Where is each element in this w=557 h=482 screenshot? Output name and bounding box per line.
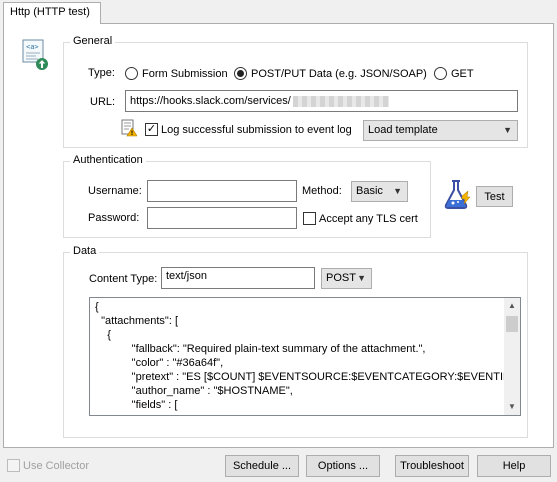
chevron-down-icon: ▼	[393, 186, 402, 196]
type-post-put-label[interactable]: POST/PUT Data (e.g. JSON/SOAP)	[251, 68, 427, 80]
body-line: "fields" : [	[95, 399, 178, 411]
data-legend: Data	[70, 245, 100, 257]
http-method-value: POST	[326, 272, 356, 284]
type-post-put-radio[interactable]	[234, 67, 247, 80]
auth-method-select[interactable]: Basic ▼	[351, 181, 408, 202]
lab-flask-icon	[442, 178, 472, 210]
load-template-select[interactable]: Load template ▼	[363, 120, 518, 141]
tab-panel: <a> General Type: Form Submission POST/P…	[3, 23, 554, 448]
use-collector-label[interactable]: Use Collector	[23, 460, 89, 472]
scroll-thumb[interactable]	[506, 316, 518, 332]
type-label: Type:	[88, 67, 115, 79]
auth-method-value: Basic	[356, 185, 383, 197]
authentication-legend: Authentication	[70, 154, 146, 166]
redacted-url-segment	[292, 95, 389, 107]
password-input[interactable]	[147, 207, 297, 229]
body-line: "fallback": "Required plain-text summary…	[95, 343, 426, 355]
accept-tls-label[interactable]: Accept any TLS cert	[319, 213, 418, 225]
tab-strip: Http (HTTP test)	[0, 0, 557, 24]
body-line: {	[95, 301, 99, 313]
options-button[interactable]: Options ...	[306, 455, 380, 477]
authentication-group: Authentication Username: Password: Metho…	[63, 154, 431, 238]
chevron-down-icon: ▼	[357, 273, 366, 283]
log-warning-icon	[121, 119, 138, 137]
content-type-value: text/json	[166, 270, 207, 282]
username-input[interactable]	[147, 180, 297, 202]
tab-http-test[interactable]: Http (HTTP test)	[3, 2, 101, 24]
url-label: URL:	[90, 96, 116, 108]
type-get-label[interactable]: GET	[451, 68, 474, 80]
svg-text:<a>: <a>	[26, 43, 39, 51]
troubleshoot-button[interactable]: Troubleshoot	[395, 455, 469, 477]
log-submission-label[interactable]: Log successful submission to event log	[161, 124, 352, 136]
data-group: Data Content Type: text/json POST ▼ { "a…	[63, 245, 528, 438]
general-group: General Type: Form Submission POST/PUT D…	[63, 35, 528, 148]
general-legend: General	[70, 35, 116, 47]
web-page-upload-icon: <a>	[20, 38, 52, 72]
password-label: Password:	[88, 212, 140, 224]
body-scrollbar[interactable]: ▲ ▼	[504, 298, 520, 415]
use-collector-checkbox[interactable]	[7, 459, 20, 472]
body-line: "pretext" : "ES [$COUNT] $EVENTSOURCE:$E…	[95, 371, 518, 383]
schedule-button[interactable]: Schedule ...	[225, 455, 299, 477]
url-value: https://hooks.slack.com/services/	[130, 95, 291, 107]
http-method-select[interactable]: POST ▼	[321, 268, 372, 289]
accept-tls-checkbox[interactable]	[303, 212, 316, 225]
help-button[interactable]: Help	[477, 455, 551, 477]
scroll-up-arrow-icon[interactable]: ▲	[504, 298, 520, 314]
log-submission-checkbox[interactable]: ✓	[145, 123, 158, 136]
url-input[interactable]: https://hooks.slack.com/services/	[125, 90, 518, 112]
method-label: Method:	[302, 185, 342, 197]
body-line: {	[95, 329, 111, 341]
type-form-submission-label[interactable]: Form Submission	[142, 68, 228, 80]
test-button[interactable]: Test	[476, 186, 513, 207]
username-label: Username:	[88, 185, 142, 197]
type-form-submission-radio[interactable]	[125, 67, 138, 80]
content-type-label: Content Type:	[89, 273, 158, 285]
load-template-value: Load template	[368, 124, 438, 136]
body-line: "attachments": [	[95, 315, 179, 327]
body-line: "color" : "#36a64f",	[95, 357, 224, 369]
content-type-input[interactable]: text/json	[161, 267, 315, 289]
request-body-editor[interactable]: { "attachments": [ { "fallback": "Requir…	[89, 297, 521, 416]
type-get-radio[interactable]	[434, 67, 447, 80]
scroll-down-arrow-icon[interactable]: ▼	[504, 399, 520, 415]
body-line: "author_name" : "$HOSTNAME",	[95, 385, 293, 397]
chevron-down-icon: ▼	[503, 125, 512, 135]
